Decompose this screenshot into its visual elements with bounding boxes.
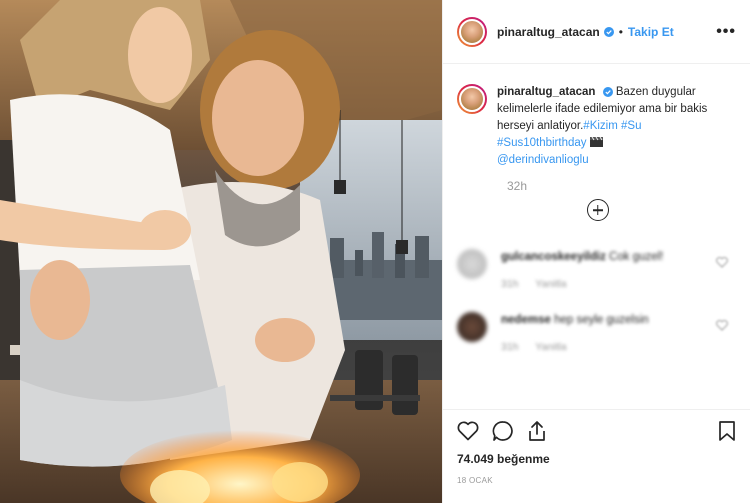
comment-avatar[interactable] xyxy=(457,249,487,279)
caption-username[interactable]: pinaraltug_atacan xyxy=(497,86,595,98)
share-icon[interactable] xyxy=(527,420,547,442)
header-separator: • xyxy=(618,24,623,39)
caption-time: 32h xyxy=(507,179,528,193)
comment-username[interactable]: gulcancoskeeyildiz xyxy=(501,251,606,263)
author-username[interactable]: pinaraltug_atacan xyxy=(497,25,600,39)
instagram-post-window: pinaraltug_atacan • Takip Et ••• pinaral… xyxy=(0,0,750,503)
comment-body: gulcancoskeeyildiz Cok guzel! 31h Yanitl… xyxy=(501,249,711,290)
verified-badge-icon xyxy=(603,26,614,37)
action-bar xyxy=(457,420,736,442)
comment-time: 31h xyxy=(501,341,519,353)
comment-meta: 31h Yanitla xyxy=(501,278,711,290)
reply-button[interactable]: Yanitla xyxy=(535,341,566,353)
caption: pinaraltug_atacan Bazen duygular kelimel… xyxy=(457,84,736,169)
author-avatar[interactable] xyxy=(457,16,487,47)
comment-icon[interactable] xyxy=(492,420,514,442)
comment-meta: 31h Yanitla xyxy=(501,341,711,353)
verified-badge-icon xyxy=(602,86,613,97)
reply-button[interactable]: Yanitla xyxy=(535,278,566,290)
mention-derin[interactable]: @derindivanlioglu xyxy=(497,154,589,166)
comment-item: nedemse hep seyle guzelsin 31h Yanitla xyxy=(457,312,736,353)
plus-circle-icon[interactable] xyxy=(586,199,609,221)
comment-message: Cok guzel! xyxy=(609,251,664,263)
comment-message: hep seyle guzelsin xyxy=(554,314,649,326)
caption-avatar[interactable] xyxy=(457,84,487,114)
post-comments-area: pinaraltug_atacan Bazen duygular kelimel… xyxy=(443,64,750,353)
hashtag-su[interactable]: #Su xyxy=(621,120,641,132)
follow-button[interactable]: Takip Et xyxy=(628,25,674,39)
comment-text: nedemse hep seyle guzelsin xyxy=(501,312,711,329)
post-sidebar: pinaraltug_atacan • Takip Et ••• pinaral… xyxy=(442,0,750,503)
comment-body: nedemse hep seyle guzelsin 31h Yanitla xyxy=(501,312,711,353)
photo-illustration xyxy=(0,0,442,503)
post-header: pinaraltug_atacan • Takip Et ••• xyxy=(443,0,750,64)
comment-item: gulcancoskeeyildiz Cok guzel! 31h Yanitl… xyxy=(457,249,736,290)
post-footer: 74.049 beğenme 18 OCAK xyxy=(443,409,750,503)
post-photo[interactable] xyxy=(0,0,442,503)
like-count[interactable]: 74.049 beğenme xyxy=(457,452,736,466)
comment-username[interactable]: nedemse xyxy=(501,314,551,326)
hashtag-birthday[interactable]: #Sus10thbirthday xyxy=(497,137,587,149)
heart-icon[interactable] xyxy=(457,421,479,441)
caption-text: pinaraltug_atacan Bazen duygular kelimel… xyxy=(497,84,729,169)
comment-time: 31h xyxy=(501,278,519,290)
bookmark-icon[interactable] xyxy=(718,420,736,442)
comment-avatar[interactable] xyxy=(457,312,487,342)
comment-text: gulcancoskeeyildiz Cok guzel! xyxy=(501,249,711,266)
load-more-comments xyxy=(457,199,736,221)
more-options-button[interactable]: ••• xyxy=(716,23,736,40)
clapperboard-icon xyxy=(589,137,603,147)
comment-like-icon[interactable] xyxy=(716,257,728,268)
post-date: 18 OCAK xyxy=(457,476,493,485)
comment-like-icon[interactable] xyxy=(716,320,728,331)
hashtag-kizim[interactable]: #Kizim xyxy=(583,120,618,132)
